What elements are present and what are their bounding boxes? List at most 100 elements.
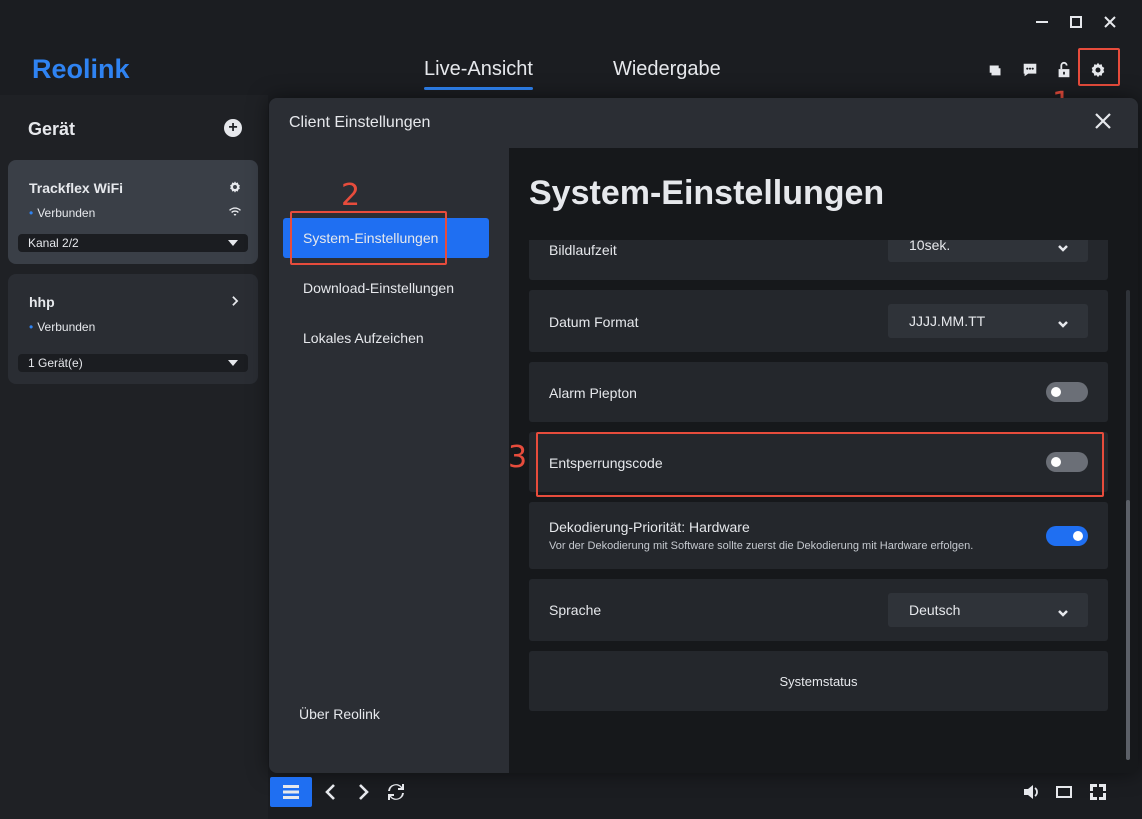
setting-row-date-format: Datum Format JJJJ.MM.TT: [529, 290, 1108, 352]
alarm-beep-toggle[interactable]: [1046, 382, 1088, 402]
channel-select-value: Kanal 2/2: [28, 236, 79, 250]
settings-rows: Bildlaufzeit 10sek. Datum Format JJJJ.MM…: [529, 240, 1108, 713]
unlock-icon: [1058, 61, 1070, 78]
setting-label: Alarm Piepton: [549, 385, 637, 401]
cloud-storage-button[interactable]: [986, 60, 1006, 80]
setting-label: Entsperrungscode: [549, 455, 663, 471]
client-settings-dialog: Client Einstellungen System-Einstellunge…: [269, 98, 1138, 773]
app-logo: Reolink: [32, 54, 130, 84]
plus-icon: +: [228, 119, 238, 136]
setting-label: Sprache: [549, 602, 602, 618]
fullscreen-icon: [1090, 784, 1106, 800]
close-icon: [1095, 113, 1111, 129]
device-count-select[interactable]: 1 Gerät(e): [18, 354, 248, 372]
caret-down-icon: [228, 240, 238, 246]
setting-label: Bildlaufzeit: [549, 242, 617, 258]
annotation-box-1: [1078, 48, 1120, 86]
settings-content: System-Einstellungen Bildlaufzeit 10sek.…: [509, 148, 1138, 773]
main-nav: Live-Ansicht Wiedergabe: [424, 58, 721, 90]
scrollbar-thumb[interactable]: [1126, 500, 1130, 760]
setting-row-language: Sprache Deutsch: [529, 579, 1108, 641]
device-count-value: 1 Gerät(e): [28, 356, 83, 370]
caret-down-icon: [228, 360, 238, 366]
setting-label: Dekodierung-Priorität: Hardware: [549, 519, 750, 535]
refresh-button[interactable]: [381, 777, 411, 807]
volume-button[interactable]: [1016, 777, 1046, 807]
date-format-dropdown[interactable]: JJJJ.MM.TT: [888, 304, 1088, 338]
dropdown-value: 10sek.: [909, 240, 951, 253]
unlock-code-toggle[interactable]: [1046, 452, 1088, 472]
menu-item-download-settings[interactable]: Download-Einstellungen: [283, 268, 489, 308]
toggle-knob: [1051, 457, 1061, 467]
dropdown-value: Deutsch: [909, 602, 961, 618]
device-sidebar: Gerät + Trackflex WiFi Verbunden Kanal 2…: [0, 95, 268, 819]
device-card-trackflex[interactable]: Trackflex WiFi Verbunden Kanal 2/2: [8, 160, 258, 264]
screen-icon: [1056, 786, 1072, 798]
tab-live-view[interactable]: Live-Ansicht: [424, 58, 533, 90]
device-card-hhp[interactable]: hhp Verbunden 1 Gerät(e): [8, 274, 258, 384]
setting-row-decoding-priority: Dekodierung-Priorität: Hardware Vor der …: [529, 502, 1108, 569]
bottom-toolbar: [268, 773, 1142, 819]
wifi-icon: [228, 205, 242, 219]
previous-button[interactable]: [316, 777, 346, 807]
settings-menu: System-Einstellungen Download-Einstellun…: [269, 148, 509, 773]
maximize-button[interactable]: [1068, 10, 1084, 34]
annotation-number-2: 2: [341, 178, 361, 213]
chevron-down-icon: [1058, 605, 1068, 617]
system-status-button[interactable]: Systemstatus: [529, 651, 1108, 711]
setting-description: Vor der Dekodierung mit Software sollte …: [549, 540, 974, 552]
dropdown-value: JJJJ.MM.TT: [909, 313, 986, 329]
channel-select[interactable]: Kanal 2/2: [18, 234, 248, 252]
device-status: Verbunden: [29, 206, 95, 220]
device-name: hhp: [29, 294, 55, 310]
setting-label: Datum Format: [549, 314, 639, 330]
layout-list-icon: [283, 785, 299, 799]
tab-playback[interactable]: Wiedergabe: [613, 58, 721, 87]
close-icon: [1104, 16, 1116, 28]
speaker-icon: [1024, 785, 1038, 799]
hardware-decoding-toggle[interactable]: [1046, 526, 1088, 546]
aspect-ratio-button[interactable]: [1049, 777, 1079, 807]
device-settings-button[interactable]: [228, 180, 242, 194]
toggle-knob: [1051, 387, 1061, 397]
device-name: Trackflex WiFi: [29, 180, 124, 196]
menu-item-system-settings[interactable]: System-Einstellungen: [283, 218, 489, 258]
chevron-down-icon: [1058, 240, 1068, 252]
chevron-right-icon[interactable]: [228, 294, 242, 308]
scroll-time-dropdown[interactable]: 10sek.: [888, 240, 1088, 262]
minimize-button[interactable]: [1034, 10, 1050, 34]
maximize-icon: [1070, 16, 1082, 28]
refresh-icon: [388, 784, 404, 800]
add-device-button[interactable]: +: [224, 119, 242, 137]
chevron-right-icon: [359, 784, 369, 800]
gear-icon: [230, 181, 240, 193]
setting-row-scroll-time: Bildlaufzeit 10sek.: [529, 240, 1108, 280]
window-controls: [1034, 10, 1118, 34]
menu-item-local-recording[interactable]: Lokales Aufzeichen: [283, 318, 489, 358]
language-dropdown[interactable]: Deutsch: [888, 593, 1088, 627]
next-button[interactable]: [348, 777, 378, 807]
message-icon: [1023, 63, 1037, 77]
dialog-title: Client Einstellungen: [289, 114, 431, 131]
dialog-header: Client Einstellungen: [269, 98, 1138, 148]
dialog-close-button[interactable]: [1094, 112, 1114, 132]
chevron-down-icon: [1058, 316, 1068, 328]
annotation-number-3: 3: [508, 440, 528, 475]
layout-button[interactable]: [270, 777, 312, 807]
setting-row-unlock-code: Entsperrungscode: [529, 432, 1108, 492]
chevron-left-icon: [325, 784, 335, 800]
lock-button[interactable]: [1054, 60, 1074, 80]
toggle-knob: [1073, 531, 1083, 541]
system-status-label: Systemstatus: [779, 673, 858, 689]
cloud-storage-icon: [989, 65, 1001, 76]
about-reolink-link[interactable]: Über Reolink: [299, 706, 380, 722]
close-window-button[interactable]: [1102, 10, 1118, 34]
device-status: Verbunden: [29, 320, 95, 334]
content-title: System-Einstellungen: [529, 174, 885, 212]
minimize-icon: [1036, 21, 1048, 23]
setting-row-alarm-beep: Alarm Piepton: [529, 362, 1108, 422]
settings-scrollbar[interactable]: [1126, 290, 1130, 760]
fullscreen-button[interactable]: [1083, 777, 1113, 807]
message-button[interactable]: [1020, 60, 1040, 80]
sidebar-title: Gerät: [28, 119, 76, 139]
